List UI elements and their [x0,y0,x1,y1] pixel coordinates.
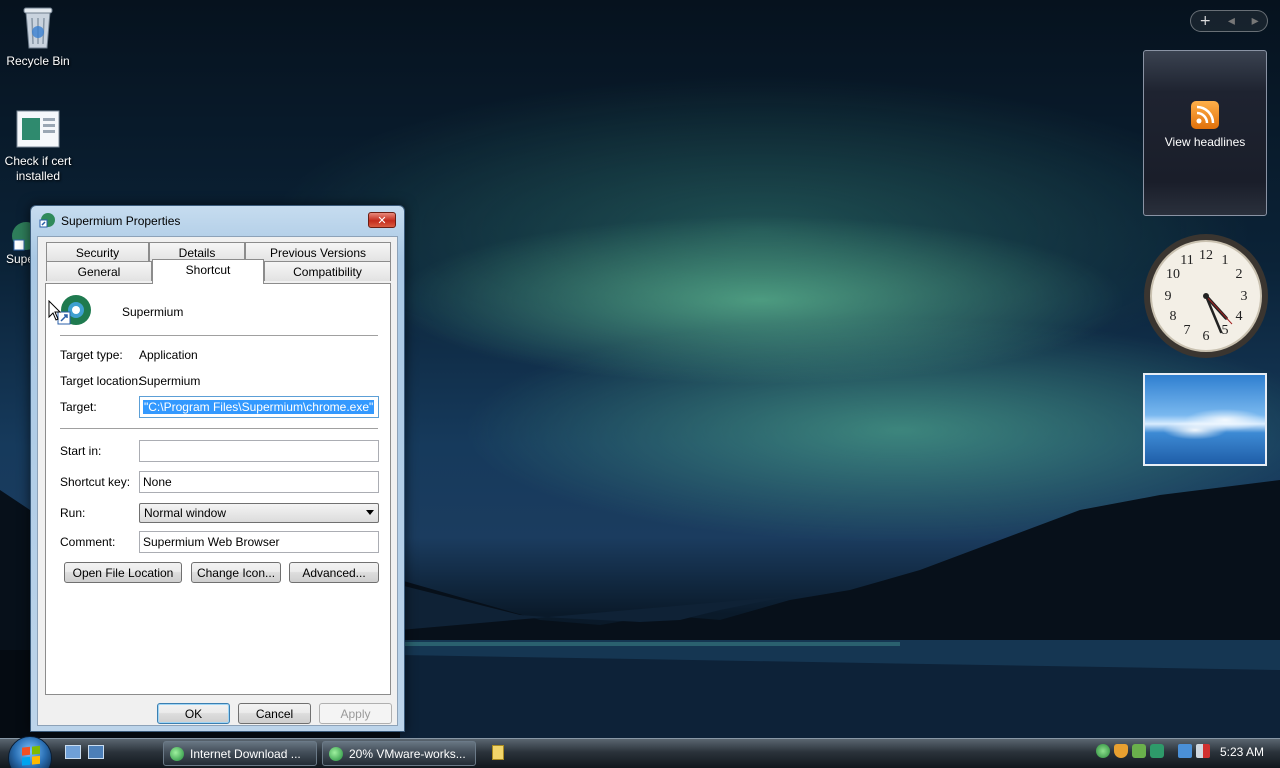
taskbar-item-label: Internet Download ... [190,746,301,761]
app-tray-icon[interactable] [1150,744,1164,758]
clock-numeral: 7 [1184,323,1191,338]
recycle-bin-shortcut[interactable]: Recycle Bin [0,4,76,68]
cancel-button[interactable]: Cancel [238,703,311,724]
tab-previous-versions[interactable]: Previous Versions [245,242,391,262]
supermium-icon [6,214,30,252]
open-file-location-button[interactable]: Open File Location [64,562,182,583]
tab-shortcut[interactable]: Shortcut [152,259,264,284]
previous-page-button[interactable]: ◂ [1228,13,1235,29]
run-label: Run: [60,506,86,520]
volume-muted-icon[interactable] [1196,744,1210,758]
clock-numeral: 4 [1236,309,1243,324]
network-tray-icon[interactable] [1096,744,1110,758]
close-button[interactable]: ✕ [368,212,396,228]
tab-compatibility[interactable]: Compatibility [264,261,391,281]
supermium-icon [39,212,55,231]
shortcut-panel: Supermium Target type: Application Targe… [45,283,391,695]
next-page-button[interactable]: ▸ [1252,13,1259,29]
apply-button[interactable]: Apply [319,703,392,724]
check-cert-shortcut[interactable]: Check if cert installed [0,110,76,184]
recycle-bin-icon [20,4,56,50]
clock-numeral: 11 [1180,253,1193,268]
download-icon [170,747,184,761]
clock-numeral: 5 [1222,323,1229,338]
taskbar-item-internet-download[interactable]: Internet Download ... [163,741,317,766]
dialog-body: Security Details Previous Versions Gener… [37,236,398,726]
sidebar-controls: + ◂ ▸ [1190,10,1268,32]
view-headlines-label: View headlines [1164,135,1246,149]
target-type-label: Target type: [60,348,123,362]
dialog-title: Supermium Properties [61,214,181,228]
run-select-value: Normal window [144,506,227,520]
target-type-value: Application [139,348,198,362]
folder-icon[interactable] [492,745,504,760]
clock-numeral: 1 [1222,253,1229,268]
download-icon [329,747,343,761]
mouse-cursor-icon [48,300,62,321]
taskbar-item-label: 20% VMware-works... [349,746,466,761]
switch-windows-icon[interactable] [88,745,104,759]
comment-field[interactable]: Supermium Web Browser [139,531,379,553]
clock-numeral: 3 [1241,289,1248,304]
advanced-button[interactable]: Advanced... [289,562,379,583]
clock-gadget[interactable]: 12 1 2 3 4 5 6 7 8 9 10 11 [1142,232,1270,360]
slideshow-gadget[interactable] [1143,373,1267,466]
tab-general[interactable]: General [46,261,152,281]
target-field[interactable]: "C:\Program Files\Supermium\chrome.exe" [139,396,379,418]
add-gadget-button[interactable]: + [1199,13,1211,29]
change-icon-button[interactable]: Change Icon... [191,562,281,583]
target-value: "C:\Program Files\Supermium\chrome.exe" [143,400,375,414]
properties-dialog: Supermium Properties ✕ Security Details … [30,205,405,732]
clock-numeral: 2 [1236,267,1243,282]
shortcut-key-field[interactable]: None [139,471,379,493]
dialog-titlebar[interactable]: Supermium Properties ✕ [31,206,404,236]
taskbar-item-vmware-download[interactable]: 20% VMware-works... [322,741,476,766]
clock-numeral: 8 [1170,309,1177,324]
separator [60,335,378,336]
app-name: Supermium [122,305,184,319]
shortcut-key-label: Shortcut key: [60,475,131,489]
desktop-icon-label: Supe [6,252,30,266]
taskbar-clock[interactable]: 5:23 AM [1220,745,1264,759]
rss-icon [1191,101,1219,129]
connection-tray-icon[interactable] [1178,744,1192,758]
security-shield-icon[interactable] [1114,744,1128,758]
supermium-shortcut[interactable]: Supe [0,214,30,266]
target-location-value: Supermium [139,374,201,388]
clock-numeral: 10 [1166,267,1180,282]
chevron-down-icon [366,510,374,515]
clock-numeral: 12 [1199,248,1213,263]
start-button[interactable] [8,736,52,768]
clock-numeral: 9 [1165,289,1172,304]
comment-label: Comment: [60,535,116,549]
tab-security[interactable]: Security [46,242,149,262]
separator [60,428,378,429]
show-desktop-icon[interactable] [65,745,81,759]
start-in-field[interactable] [139,440,379,462]
document-icon [16,110,60,150]
ok-button[interactable]: OK [157,703,230,724]
target-label: Target: [60,400,97,414]
start-in-label: Start in: [60,444,102,458]
desktop-icon-label: Check if cert installed [4,154,72,183]
clock-numeral: 6 [1203,329,1210,344]
target-location-label: Target location: [60,374,142,388]
windows-logo-icon [22,745,40,766]
desktop-icon-label: Recycle Bin [6,54,70,68]
feed-headlines-gadget[interactable]: View headlines [1143,50,1267,216]
update-tray-icon[interactable] [1132,744,1146,758]
run-select[interactable]: Normal window [139,503,379,523]
